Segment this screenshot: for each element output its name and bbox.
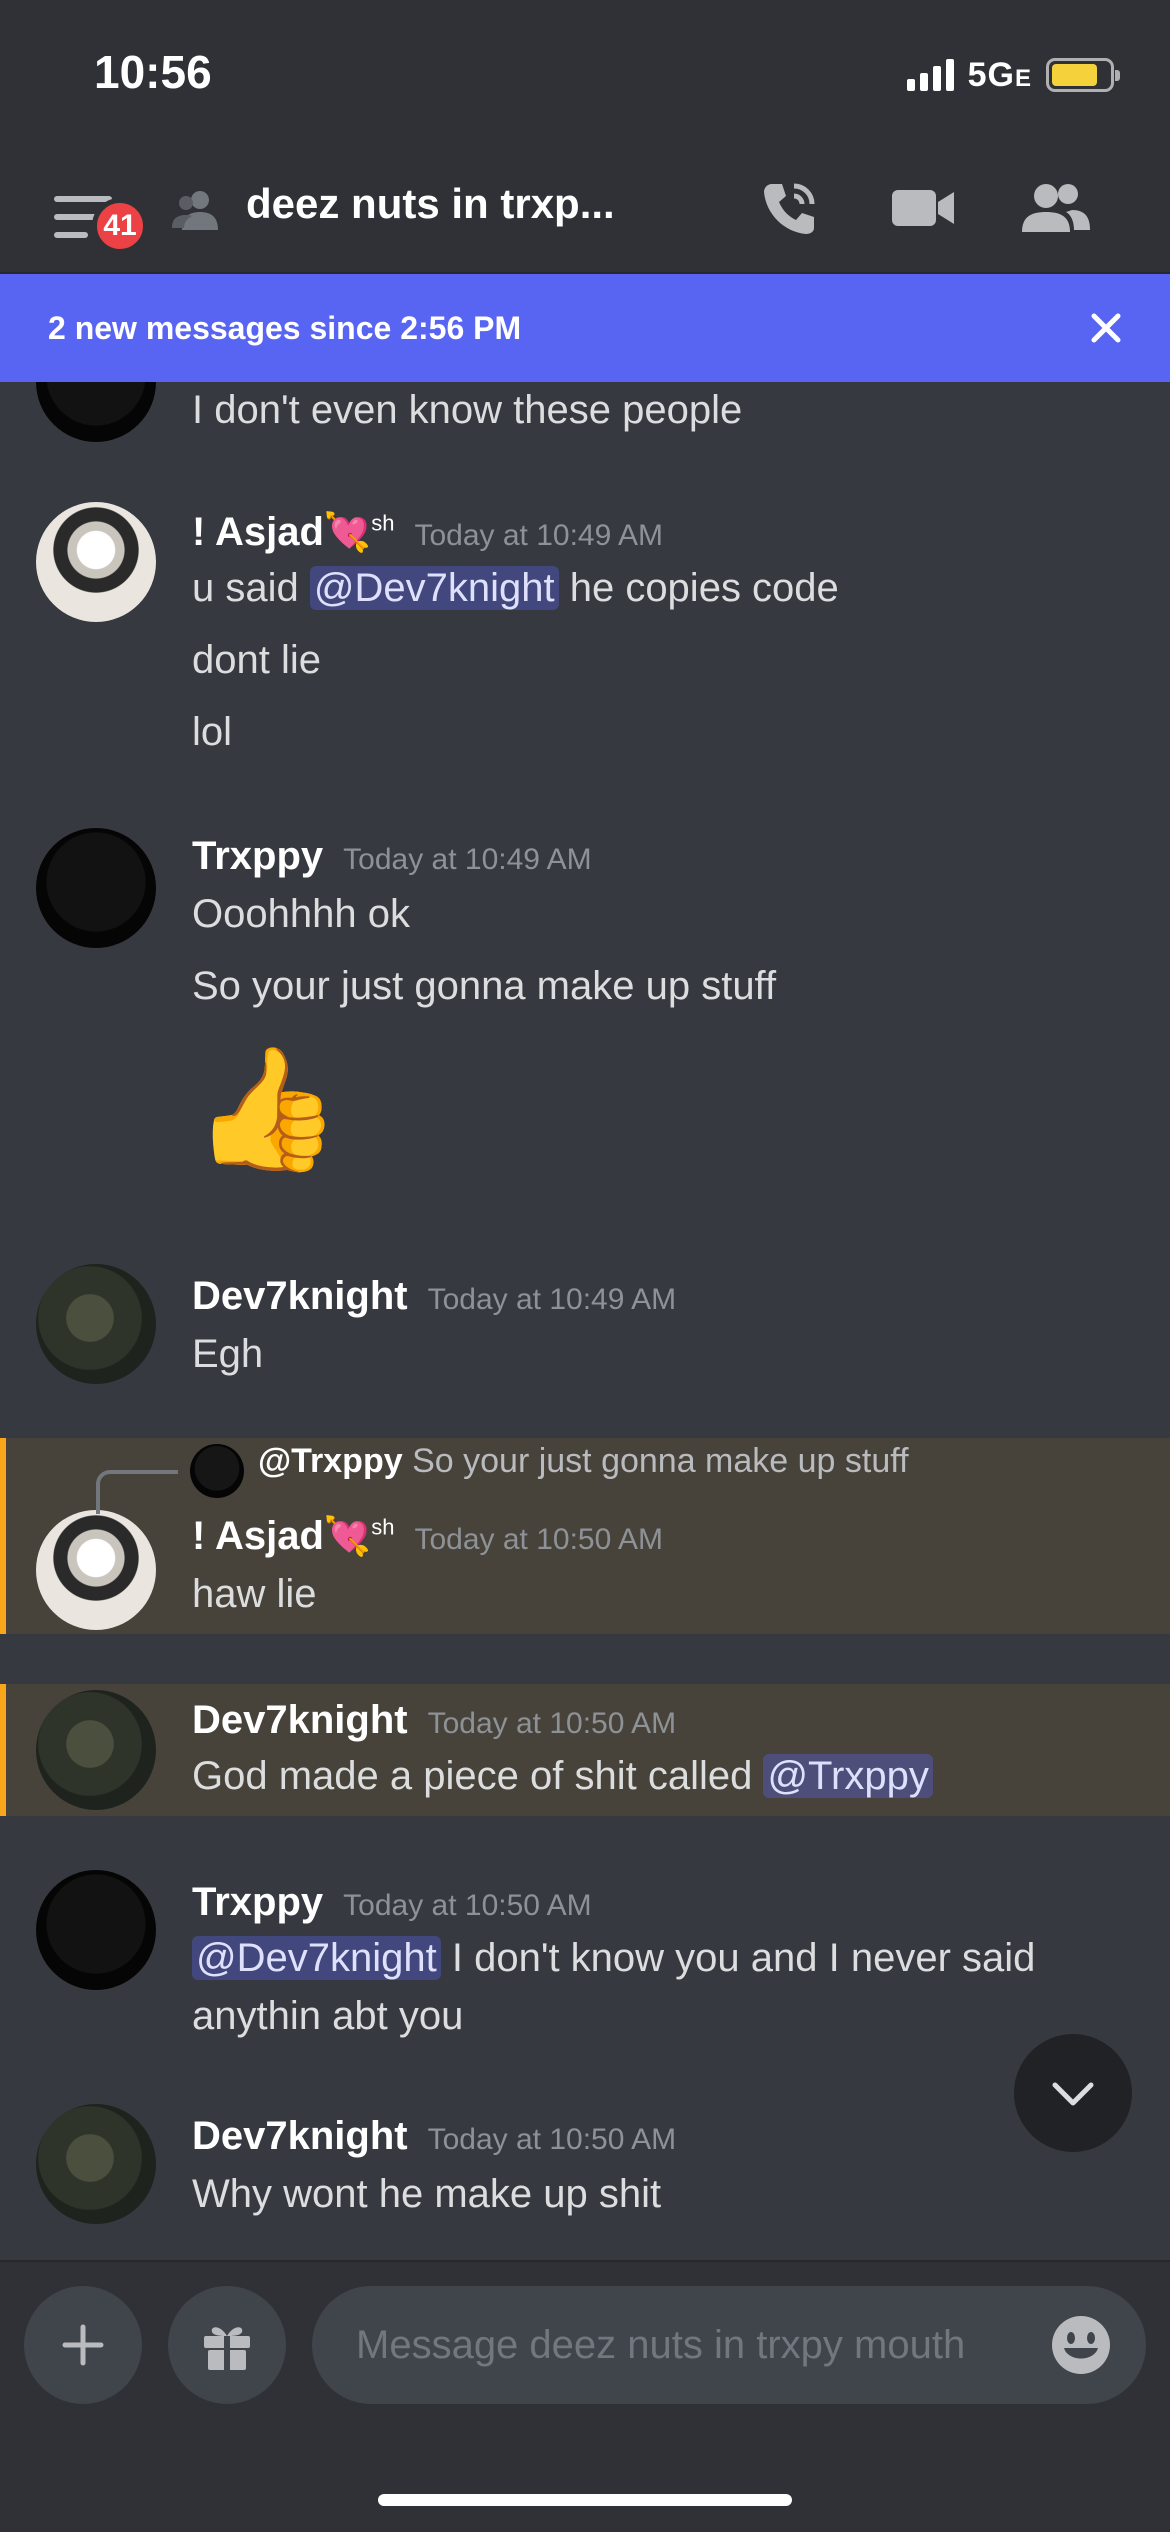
signal-icon: [906, 59, 954, 91]
message-author[interactable]: Trxppy Today at 10:50 AM: [192, 1880, 592, 1925]
message-text: Egh: [192, 1332, 264, 1376]
close-icon[interactable]: [1082, 304, 1130, 352]
chevron-down-icon: [1052, 2082, 1094, 2106]
message-item: ! Asjad💘sh Today at 10:49 AM u said @Dev7…: [0, 470, 1170, 770]
reply-spine: [96, 1470, 178, 1514]
message-author[interactable]: ! Asjad💘sh Today at 10:50 AM: [192, 1514, 663, 1559]
message-item-highlighted: Dev7knight Today at 10:50 AM God made a p…: [0, 1684, 1170, 1816]
avatar[interactable]: [36, 1690, 156, 1810]
emoji-picker-icon[interactable]: [1050, 2314, 1112, 2376]
message-timestamp: Today at 10:50 AM: [427, 2123, 677, 2156]
mention[interactable]: @Dev7knight: [309, 566, 559, 610]
reply-avatar: [190, 1444, 244, 1498]
status-indicators: 5GE: [906, 52, 1120, 98]
battery-icon: [1046, 58, 1120, 92]
reply-preview[interactable]: @Trxppy So your just gonna make up stuff: [258, 1442, 909, 1481]
group-dm-icon: [172, 191, 218, 230]
avatar[interactable]: [36, 2104, 156, 2224]
message-item: I don't even know these people: [0, 382, 1170, 452]
members-icon[interactable]: [1020, 176, 1092, 240]
avatar[interactable]: [36, 1510, 156, 1630]
gift-button[interactable]: [168, 2286, 286, 2404]
new-messages-text: 2 new messages since 2:56 PM: [48, 310, 522, 346]
message-text: dont lie: [192, 638, 321, 682]
thumbs-up-emoji: 👍: [192, 1042, 342, 1176]
message-text: anythin abt you: [192, 1994, 464, 2038]
avatar[interactable]: [36, 1870, 156, 1990]
avatar[interactable]: [36, 502, 156, 622]
avatar[interactable]: [36, 1264, 156, 1384]
home-indicator: [378, 2494, 792, 2506]
message-author[interactable]: ! Asjad💘sh Today at 10:49 AM: [192, 510, 663, 555]
message-author[interactable]: Dev7knight Today at 10:50 AM: [192, 2114, 676, 2159]
message-timestamp: Today at 10:49 AM: [414, 519, 663, 552]
message-text: Ooohhhh ok: [192, 892, 410, 936]
status-bar: 10:56 5GE: [0, 0, 1170, 150]
message-text: Why wont he make up shit: [192, 2172, 662, 2216]
message-text: God made a piece of shit called @Trxppy: [192, 1754, 933, 1799]
message-text: @Dev7knight I don't know you and I never…: [192, 1936, 1035, 1981]
avatar[interactable]: [36, 382, 156, 442]
message-item: Trxppy Today at 10:50 AM @Dev7knight I do…: [0, 1850, 1170, 2050]
message-author[interactable]: Dev7knight Today at 10:49 AM: [192, 1274, 676, 1319]
message-timestamp: Today at 10:50 AM: [427, 1707, 677, 1740]
mention[interactable]: @Trxppy: [763, 1754, 933, 1798]
add-attachment-button[interactable]: [24, 2286, 142, 2404]
message-timestamp: Today at 10:49 AM: [343, 843, 592, 876]
message-item: Dev7knight Today at 10:50 AM Why wont he …: [0, 2080, 1170, 2250]
mention[interactable]: @Dev7knight: [192, 1936, 441, 1980]
video-icon[interactable]: [890, 176, 956, 240]
network-label: 5GE: [967, 55, 1032, 94]
new-messages-bar[interactable]: 2 new messages since 2:56 PM: [0, 274, 1170, 382]
gift-icon: [204, 2327, 250, 2370]
message-text: haw lie: [192, 1572, 317, 1616]
unread-badge: 41: [92, 198, 148, 254]
message-text: u said @Dev7knight he copies code: [192, 566, 839, 610]
message-timestamp: Today at 10:49 AM: [427, 1283, 677, 1316]
message-author[interactable]: Dev7knight Today at 10:50 AM: [192, 1698, 676, 1743]
message-item: Trxppy Today at 10:49 AM Ooohhhh ok So yo…: [0, 800, 1170, 1200]
call-icon[interactable]: [758, 176, 822, 240]
avatar[interactable]: [36, 828, 156, 948]
message-timestamp: Today at 10:50 AM: [414, 1523, 663, 1556]
message-timestamp: Today at 10:50 AM: [343, 1889, 592, 1922]
message-text: I don't even know these people: [192, 388, 743, 432]
plus-icon: [62, 2324, 104, 2366]
status-time: 10:56: [94, 46, 212, 98]
message-text: So your just gonna make up stuff: [192, 964, 777, 1008]
scroll-to-bottom-button[interactable]: [1014, 2034, 1132, 2152]
message-text: lol: [192, 710, 233, 754]
message-input[interactable]: [312, 2286, 1146, 2404]
message-author[interactable]: Trxppy Today at 10:49 AM: [192, 834, 592, 879]
channel-title[interactable]: deez nuts in trxp...: [246, 180, 615, 228]
message-item: Dev7knight Today at 10:49 AM Egh: [0, 1240, 1170, 1400]
